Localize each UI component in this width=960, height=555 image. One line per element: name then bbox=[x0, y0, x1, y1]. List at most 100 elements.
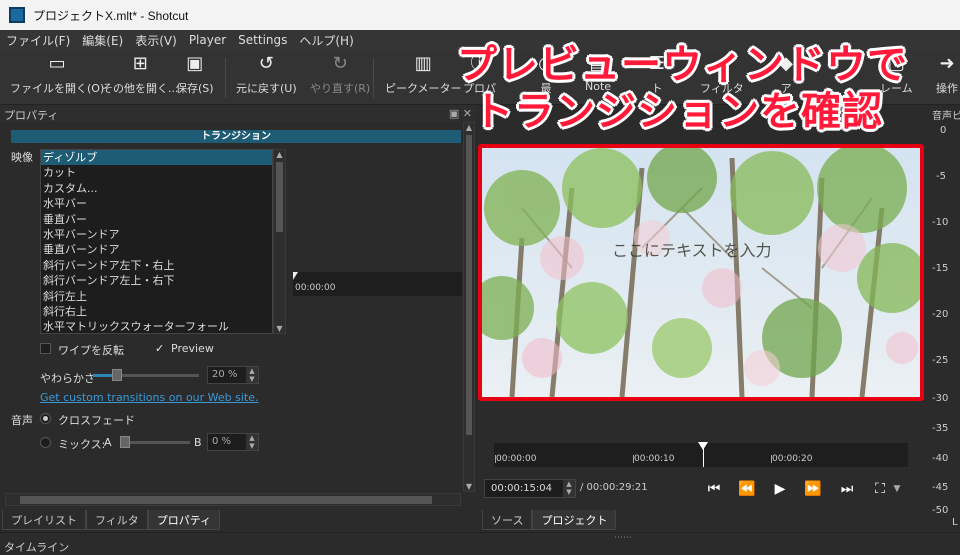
tab-source[interactable]: ソース bbox=[482, 510, 533, 530]
tab-properties[interactable]: プロパティ bbox=[147, 510, 221, 530]
save-icon: ▣ bbox=[186, 53, 204, 74]
tab-project[interactable]: プロジェクト bbox=[532, 510, 617, 530]
open-file-button[interactable]: ▭ ファイルを開く(O) bbox=[10, 54, 104, 96]
current-time-field[interactable]: 00:00:15:04 ▲ ▼ bbox=[484, 479, 576, 498]
player-playhead[interactable] bbox=[698, 442, 708, 467]
properties-vertical-scrollbar[interactable]: ▲ ▼ bbox=[463, 122, 475, 492]
undo-button[interactable]: ↺ 元に戻す(U) bbox=[236, 54, 297, 96]
list-item[interactable]: 垂直バー bbox=[41, 212, 272, 227]
meter-channel-label: L bbox=[952, 517, 958, 528]
audio-label: 音声 bbox=[11, 414, 33, 427]
peak-meter-button[interactable]: ▥ ピークメーター bbox=[385, 54, 462, 96]
markers-button[interactable]: ➜ 操作 bbox=[936, 54, 958, 96]
menu-player[interactable]: Player bbox=[183, 33, 232, 47]
menu-settings[interactable]: Settings bbox=[232, 33, 293, 47]
timeline-dock-header: タイムライン ⋯⋯ bbox=[0, 532, 960, 554]
softness-slider-knob[interactable] bbox=[112, 369, 122, 381]
redo-button[interactable]: ↻ やり直す(R) bbox=[310, 54, 370, 96]
left-dock-tabs: プレイリスト フィルタ プロパティ bbox=[2, 510, 221, 530]
annotation-line-2: トランジションを確認 bbox=[473, 89, 883, 135]
spin-arrows-icon[interactable]: ▲ ▼ bbox=[246, 367, 258, 383]
save-button[interactable]: ▣ 保存(S) bbox=[176, 54, 214, 96]
audio-peak-meter: 音声ピ 0 -5 -10 -15 -20 -25 -30 -35 -40 -45… bbox=[928, 105, 960, 530]
open-other-label: その他を開く... bbox=[102, 82, 179, 95]
list-item[interactable]: 斜行左上 bbox=[41, 289, 272, 304]
properties-scroll-thumb[interactable] bbox=[466, 135, 472, 435]
zoom-fit-button[interactable]: ⛶ bbox=[868, 479, 892, 499]
list-item[interactable]: カスタム... bbox=[41, 181, 272, 196]
menu-file[interactable]: ファイル(F) bbox=[0, 32, 76, 49]
properties-panel: トランジション 映像 ディゾルブ カット カスタム... 水平バー 垂直バー 水… bbox=[0, 122, 476, 510]
mix-slider[interactable] bbox=[120, 436, 190, 448]
meter-scale-label: -25 bbox=[932, 355, 949, 366]
crossfade-radio[interactable] bbox=[40, 413, 51, 424]
list-item[interactable]: ディゾルブ bbox=[41, 150, 272, 166]
list-item[interactable]: 斜行バーンドア左下・右上 bbox=[41, 258, 272, 273]
list-item[interactable]: 斜行右上 bbox=[41, 304, 272, 319]
horizontal-scroll-thumb[interactable] bbox=[20, 496, 432, 504]
video-transition-list[interactable]: ディゾルブ カット カスタム... 水平バー 垂直バー 水平バーンドア 垂直バー… bbox=[40, 149, 273, 334]
transition-title: トランジション bbox=[11, 130, 461, 143]
tab-filters[interactable]: フィルタ bbox=[86, 510, 148, 530]
scroll-up-icon[interactable]: ▲ bbox=[274, 150, 285, 159]
save-label: 保存(S) bbox=[176, 82, 214, 95]
mini-timecode: 00:00:00 bbox=[295, 283, 336, 293]
mix-spinbox[interactable]: 0 % ▲ ▼ bbox=[207, 433, 259, 451]
menu-edit[interactable]: 編集(E) bbox=[76, 32, 129, 49]
fast-forward-button[interactable]: ⏩ bbox=[801, 479, 825, 499]
list-item[interactable]: 水平マトリックスウォーターフォール bbox=[41, 319, 272, 333]
custom-transitions-link[interactable]: Get custom transitions on our Web site. bbox=[40, 391, 259, 404]
properties-horizontal-scrollbar[interactable] bbox=[5, 493, 461, 506]
list-item[interactable]: 斜行バーンドア左上・右下 bbox=[41, 273, 272, 288]
meter-header: 音声ピ bbox=[932, 111, 960, 122]
zoom-dropdown-icon[interactable]: ▼ bbox=[890, 479, 904, 499]
spin-arrows-icon[interactable]: ▲ ▼ bbox=[563, 480, 575, 497]
ruler-label: 00:00:10 bbox=[634, 454, 675, 464]
meter-scale-label: -5 bbox=[936, 171, 946, 182]
preview-checkmark-icon[interactable]: ✓ bbox=[155, 342, 164, 355]
list-item[interactable]: カット bbox=[41, 165, 272, 180]
toolbar-separator bbox=[225, 58, 226, 98]
toolbar-separator bbox=[373, 58, 374, 98]
meter-scale-label: -40 bbox=[932, 453, 949, 464]
mix-slider-knob[interactable] bbox=[120, 436, 130, 448]
dock-resize-handle[interactable]: ⋯⋯ bbox=[614, 533, 632, 543]
video-label: 映像 bbox=[11, 151, 33, 164]
list-item[interactable]: 垂直バーンドア bbox=[41, 242, 272, 257]
redo-icon: ↻ bbox=[332, 53, 348, 74]
list-scroll-thumb[interactable] bbox=[276, 162, 283, 232]
list-scrollbar[interactable]: ▲ ▼ bbox=[273, 149, 286, 334]
softness-value: 20 % bbox=[212, 369, 238, 380]
scroll-down-icon[interactable]: ▼ bbox=[464, 482, 474, 491]
arrow-icon: ➜ bbox=[939, 53, 955, 74]
panel-float-close-icons[interactable]: ▣ ✕ bbox=[449, 107, 472, 120]
open-other-button[interactable]: ⊞ その他を開く... bbox=[102, 54, 179, 96]
meter-bars-icon: ▥ bbox=[414, 53, 432, 74]
play-button[interactable]: ▶ bbox=[768, 479, 792, 499]
softness-slider[interactable] bbox=[93, 369, 199, 381]
skip-to-start-button[interactable]: ⏮ bbox=[702, 479, 726, 499]
video-preview[interactable]: ここにテキストを入力 bbox=[478, 144, 924, 401]
list-item[interactable]: 水平バーンドア bbox=[41, 227, 272, 242]
meter-scale-label: -15 bbox=[932, 263, 949, 274]
peak-meter-label: ピークメーター bbox=[385, 82, 462, 95]
spin-arrows-icon[interactable]: ▲ ▼ bbox=[246, 434, 258, 450]
softness-spinbox[interactable]: 20 % ▲ ▼ bbox=[207, 366, 259, 384]
rewind-button[interactable]: ⏪ bbox=[735, 479, 759, 499]
mix-radio[interactable] bbox=[40, 437, 51, 448]
meter-scale-label: -30 bbox=[932, 393, 949, 404]
menu-help[interactable]: ヘルプ(H) bbox=[293, 32, 359, 49]
mix-b-label: B bbox=[194, 436, 202, 449]
scroll-down-icon[interactable]: ▼ bbox=[274, 324, 285, 333]
keyframe-mini-timeline[interactable]: 00:00:00 bbox=[293, 272, 462, 296]
folder-open-icon: ▭ bbox=[48, 53, 66, 74]
skip-to-end-button[interactable]: ⏭ bbox=[835, 479, 859, 499]
invert-wipe-checkbox[interactable] bbox=[40, 343, 51, 354]
meter-scale-label: -45 bbox=[932, 482, 949, 493]
timeline-title: タイムライン bbox=[4, 541, 70, 554]
playhead-marker-icon bbox=[293, 272, 298, 280]
list-item[interactable]: 水平バー bbox=[41, 196, 272, 211]
preview-label: Preview bbox=[171, 342, 214, 355]
tab-playlist[interactable]: プレイリスト bbox=[2, 510, 86, 530]
menu-view[interactable]: 表示(V) bbox=[129, 32, 183, 49]
